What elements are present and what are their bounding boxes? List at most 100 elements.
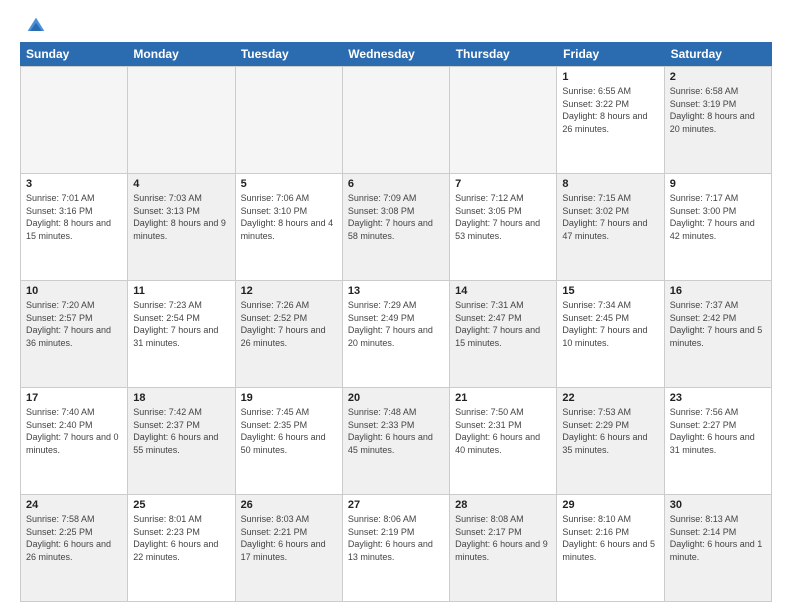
calendar: SundayMondayTuesdayWednesdayThursdayFrid… xyxy=(20,42,772,602)
calendar-cell: 17Sunrise: 7:40 AMSunset: 2:40 PMDayligh… xyxy=(21,388,128,494)
calendar-cell: 10 Sunrise: 7:20 AMSunset: 2:57 PMDayligh… xyxy=(21,281,128,387)
day-info: Sunrise: 7:50 AMSunset: 2:31 PMDaylight:… xyxy=(455,406,551,456)
calendar-cell: 5 Sunrise: 7:06 AMSunset: 3:10 PMDaylight… xyxy=(236,174,343,280)
day-number: 4 xyxy=(133,178,229,190)
day-info: Sunrise: 6:58 AMSunset: 3:19 PMDaylight:… xyxy=(670,85,766,135)
calendar-cell: 16 Sunrise: 7:37 AMSunset: 2:42 PMDayligh… xyxy=(665,281,772,387)
day-info: Sunrise: 7:29 AMSunset: 2:49 PMDaylight:… xyxy=(348,299,444,349)
weekday-header: Wednesday xyxy=(342,42,449,66)
day-number: 17 xyxy=(26,392,122,404)
calendar-cell: 28 Sunrise: 8:08 AMSunset: 2:17 PMDayligh… xyxy=(450,495,557,601)
day-number: 24 xyxy=(26,499,122,511)
calendar-cell: 1 Sunrise: 6:55 AMSunset: 3:22 PMDaylight… xyxy=(557,67,664,173)
day-info: Sunrise: 7:01 AMSunset: 3:16 PMDaylight:… xyxy=(26,192,122,242)
calendar-cell: 6 Sunrise: 7:09 AMSunset: 3:08 PMDaylight… xyxy=(343,174,450,280)
calendar-cell: 30Sunrise: 8:13 AMSunset: 2:14 PMDayligh… xyxy=(665,495,772,601)
calendar-cell: 29 Sunrise: 8:10 AMSunset: 2:16 PMDayligh… xyxy=(557,495,664,601)
logo xyxy=(20,16,46,32)
logo-icon xyxy=(26,16,46,36)
day-info: Sunrise: 7:17 AMSunset: 3:00 PMDaylight:… xyxy=(670,192,766,242)
calendar-cell: 4 Sunrise: 7:03 AMSunset: 3:13 PMDaylight… xyxy=(128,174,235,280)
calendar-cell: 13 Sunrise: 7:29 AMSunset: 2:49 PMDayligh… xyxy=(343,281,450,387)
day-number: 2 xyxy=(670,71,766,83)
day-number: 6 xyxy=(348,178,444,190)
calendar-cell: 15 Sunrise: 7:34 AMSunset: 2:45 PMDayligh… xyxy=(557,281,664,387)
calendar-cell xyxy=(343,67,450,173)
day-number: 10 xyxy=(26,285,122,297)
calendar-cell: 26Sunrise: 8:03 AMSunset: 2:21 PMDayligh… xyxy=(236,495,343,601)
weekday-header: Tuesday xyxy=(235,42,342,66)
calendar-body: 1 Sunrise: 6:55 AMSunset: 3:22 PMDaylight… xyxy=(20,66,772,602)
calendar-cell: 19 Sunrise: 7:45 AMSunset: 2:35 PMDayligh… xyxy=(236,388,343,494)
day-number: 15 xyxy=(562,285,658,297)
day-info: Sunrise: 7:26 AMSunset: 2:52 PMDaylight:… xyxy=(241,299,337,349)
day-info: Sunrise: 7:03 AMSunset: 3:13 PMDaylight:… xyxy=(133,192,229,242)
day-info: Sunrise: 7:53 AMSunset: 2:29 PMDaylight:… xyxy=(562,406,658,456)
day-number: 12 xyxy=(241,285,337,297)
calendar-week: 1 Sunrise: 6:55 AMSunset: 3:22 PMDaylight… xyxy=(21,67,772,174)
day-number: 1 xyxy=(562,71,658,83)
day-number: 7 xyxy=(455,178,551,190)
day-number: 5 xyxy=(241,178,337,190)
day-number: 22 xyxy=(562,392,658,404)
calendar-cell: 3 Sunrise: 7:01 AMSunset: 3:16 PMDaylight… xyxy=(21,174,128,280)
calendar-cell: 27 Sunrise: 8:06 AMSunset: 2:19 PMDayligh… xyxy=(343,495,450,601)
day-info: Sunrise: 8:08 AMSunset: 2:17 PMDaylight:… xyxy=(455,513,551,563)
day-info: Sunrise: 8:06 AMSunset: 2:19 PMDaylight:… xyxy=(348,513,444,563)
day-number: 8 xyxy=(562,178,658,190)
day-number: 27 xyxy=(348,499,444,511)
day-info: Sunrise: 7:31 AMSunset: 2:47 PMDaylight:… xyxy=(455,299,551,349)
calendar-cell: 14 Sunrise: 7:31 AMSunset: 2:47 PMDayligh… xyxy=(450,281,557,387)
weekday-header: Monday xyxy=(127,42,234,66)
calendar-cell: 8 Sunrise: 7:15 AMSunset: 3:02 PMDaylight… xyxy=(557,174,664,280)
day-info: Sunrise: 7:37 AMSunset: 2:42 PMDaylight:… xyxy=(670,299,766,349)
calendar-week: 10 Sunrise: 7:20 AMSunset: 2:57 PMDayligh… xyxy=(21,281,772,388)
day-info: Sunrise: 8:13 AMSunset: 2:14 PMDaylight:… xyxy=(670,513,766,563)
day-info: Sunrise: 8:10 AMSunset: 2:16 PMDaylight:… xyxy=(562,513,658,563)
day-number: 23 xyxy=(670,392,766,404)
day-number: 21 xyxy=(455,392,551,404)
calendar-cell: 23Sunrise: 7:56 AMSunset: 2:27 PMDayligh… xyxy=(665,388,772,494)
day-info: Sunrise: 8:01 AMSunset: 2:23 PMDaylight:… xyxy=(133,513,229,563)
calendar-cell: 9 Sunrise: 7:17 AMSunset: 3:00 PMDaylight… xyxy=(665,174,772,280)
day-info: Sunrise: 7:58 AMSunset: 2:25 PMDaylight:… xyxy=(26,513,122,563)
day-number: 18 xyxy=(133,392,229,404)
day-number: 26 xyxy=(241,499,337,511)
day-info: Sunrise: 7:15 AMSunset: 3:02 PMDaylight:… xyxy=(562,192,658,242)
header xyxy=(20,16,772,32)
day-number: 9 xyxy=(670,178,766,190)
calendar-cell: 18 Sunrise: 7:42 AMSunset: 2:37 PMDayligh… xyxy=(128,388,235,494)
calendar-header: SundayMondayTuesdayWednesdayThursdayFrid… xyxy=(20,42,772,66)
day-info: Sunrise: 7:09 AMSunset: 3:08 PMDaylight:… xyxy=(348,192,444,242)
day-number: 13 xyxy=(348,285,444,297)
calendar-cell xyxy=(450,67,557,173)
day-number: 16 xyxy=(670,285,766,297)
calendar-week: 3 Sunrise: 7:01 AMSunset: 3:16 PMDaylight… xyxy=(21,174,772,281)
calendar-week: 17Sunrise: 7:40 AMSunset: 2:40 PMDayligh… xyxy=(21,388,772,495)
day-number: 28 xyxy=(455,499,551,511)
day-info: Sunrise: 7:45 AMSunset: 2:35 PMDaylight:… xyxy=(241,406,337,456)
day-info: Sunrise: 7:34 AMSunset: 2:45 PMDaylight:… xyxy=(562,299,658,349)
day-number: 14 xyxy=(455,285,551,297)
day-number: 20 xyxy=(348,392,444,404)
day-info: Sunrise: 7:06 AMSunset: 3:10 PMDaylight:… xyxy=(241,192,337,242)
day-number: 29 xyxy=(562,499,658,511)
calendar-cell: 20Sunrise: 7:48 AMSunset: 2:33 PMDayligh… xyxy=(343,388,450,494)
day-info: Sunrise: 7:42 AMSunset: 2:37 PMDaylight:… xyxy=(133,406,229,456)
day-number: 25 xyxy=(133,499,229,511)
day-number: 3 xyxy=(26,178,122,190)
calendar-cell: 25 Sunrise: 8:01 AMSunset: 2:23 PMDayligh… xyxy=(128,495,235,601)
weekday-header: Friday xyxy=(557,42,664,66)
weekday-header: Saturday xyxy=(665,42,772,66)
calendar-cell xyxy=(21,67,128,173)
day-info: Sunrise: 7:12 AMSunset: 3:05 PMDaylight:… xyxy=(455,192,551,242)
weekday-header: Sunday xyxy=(20,42,127,66)
calendar-cell: 12 Sunrise: 7:26 AMSunset: 2:52 PMDayligh… xyxy=(236,281,343,387)
day-info: Sunrise: 7:20 AMSunset: 2:57 PMDaylight:… xyxy=(26,299,122,349)
day-info: Sunrise: 6:55 AMSunset: 3:22 PMDaylight:… xyxy=(562,85,658,135)
weekday-header: Thursday xyxy=(450,42,557,66)
calendar-cell: 2 Sunrise: 6:58 AMSunset: 3:19 PMDaylight… xyxy=(665,67,772,173)
day-number: 11 xyxy=(133,285,229,297)
calendar-cell xyxy=(128,67,235,173)
day-number: 19 xyxy=(241,392,337,404)
